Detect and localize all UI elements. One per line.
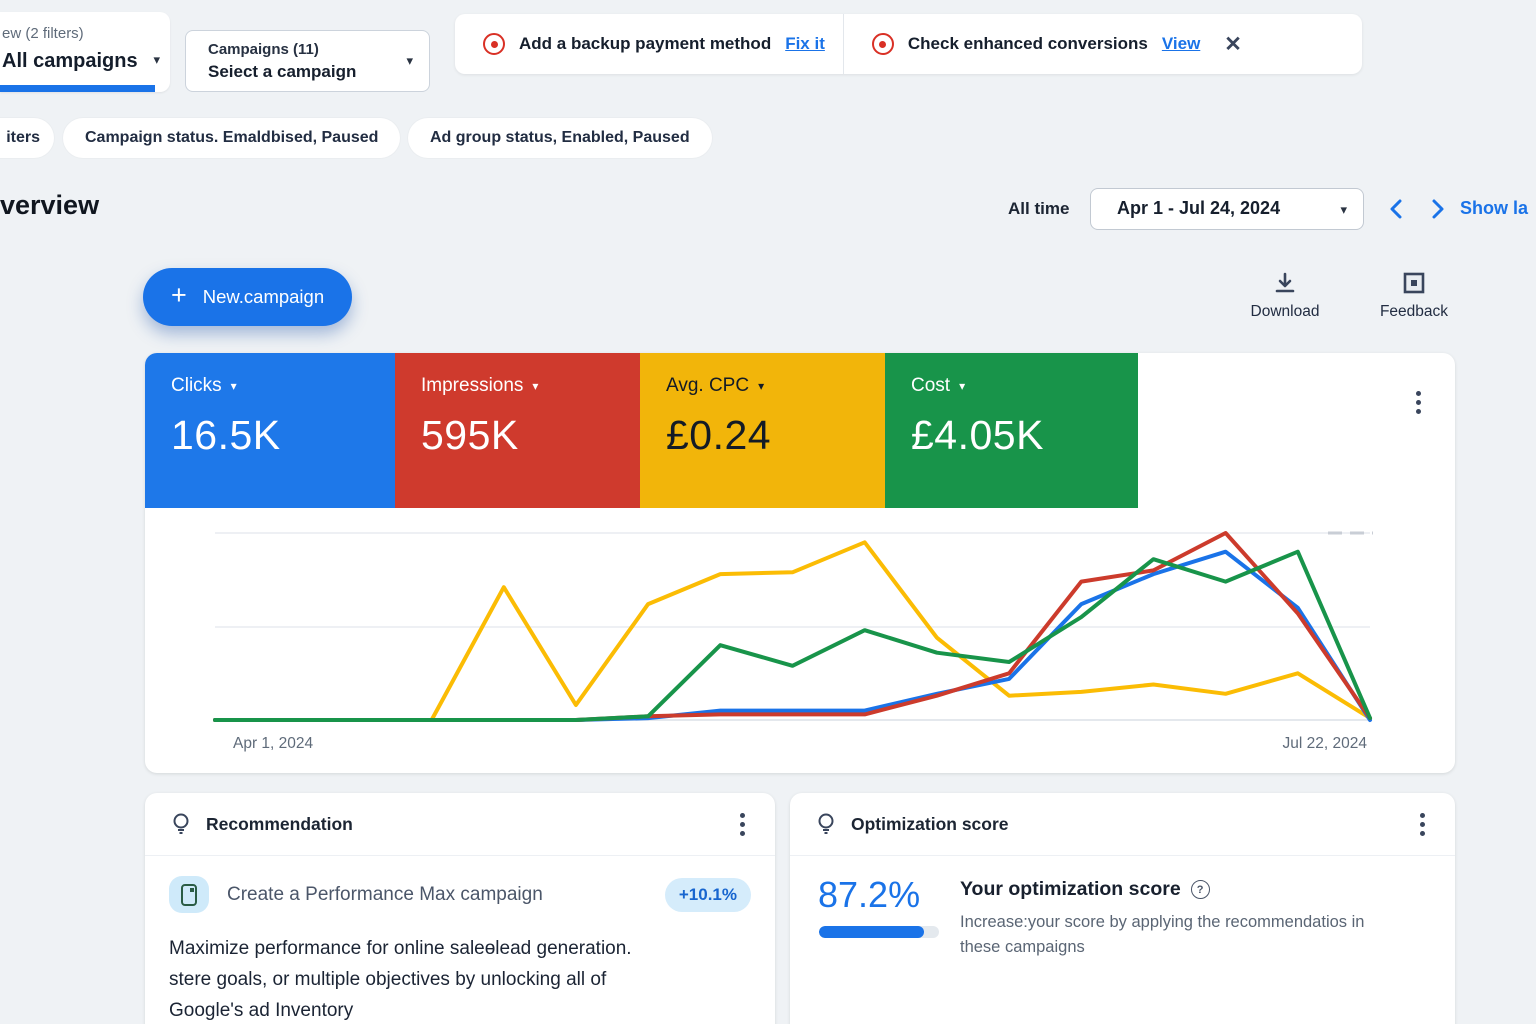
feedback-icon [1403,272,1425,294]
x-axis-end-label: Jul 22, 2024 [1282,735,1367,752]
page-title: verview [0,190,100,220]
new-campaign-label: New.campaign [202,286,325,307]
feedback-button[interactable]: Feedback [1372,270,1456,321]
recommendation-description: Maximize performance for online saleɵlea… [169,938,632,1021]
payment-alert-text: Add a backup payment method [519,34,772,53]
campaign-select-dropdown[interactable]: Campaigns (11) Seiect a campaign ▾ [185,30,430,92]
conversions-alert-text: Check enhanced conversions [907,34,1148,53]
campaign-status-chip[interactable]: Campaign status. Emaldbised, Paused [63,118,401,158]
kebab-menu-icon[interactable] [736,809,749,840]
lightbulb-icon [173,813,189,834]
lightbulb-icon [818,813,834,834]
plus-icon: + [171,280,187,310]
fix-it-link[interactable]: Fix it [785,34,825,54]
recommendation-card: Recommendation Create a Performance Max … [145,793,775,1024]
performance-line-chart[interactable] [145,353,1455,773]
series-cost [213,549,1372,722]
show-last-link[interactable]: Show la [1460,198,1528,219]
close-icon[interactable]: ✕ [1224,32,1242,57]
date-range-value: Apr 1 - Jul 24, 2024 [1117,198,1281,218]
card-title: Optimization score [851,813,1009,834]
performance-chart-card: Clicks ▾ 16.5K Impressions ▾ 595K Avg. CPC… [145,353,1455,773]
active-tab-underline [0,85,155,92]
new-campaign-button[interactable]: + New.campaign [143,268,353,326]
recommendation-card-header: Recommendation [145,793,775,856]
chevron-down-icon: ▾ [406,53,413,68]
all-campaigns-label: All campaigns [2,50,138,72]
payment-alert: Add a backup payment method Fix it [455,14,843,74]
campaign-doc-icon [169,876,209,913]
campaigns-count-label: Campaigns (11) [208,41,319,58]
download-label: Download [1250,303,1320,320]
optimization-progress-bar [819,926,939,938]
conversions-alert: Check enhanced conversions View [844,14,1218,74]
filter-chip-cutoff[interactable]: iters [0,118,54,158]
feedback-label: Feedback [1379,303,1449,320]
overview-filter-tab[interactable]: ew (2 filters) All campaigns ▾ [0,12,170,92]
chevron-down-icon: ▾ [153,52,160,67]
optimization-score-value: 87.2% [818,874,921,915]
ad-group-status-chip[interactable]: Ad group status, Enabled, Paused [408,118,712,158]
chevron-left-icon[interactable] [1384,196,1410,222]
date-range-picker[interactable]: Apr 1 - Jul 24, 2024 ▾ [1090,188,1364,230]
chevron-right-icon[interactable] [1424,196,1450,222]
select-campaign-label: Seiect a campaign [208,62,357,81]
all-time-label: All time [1008,199,1070,218]
alert-circle-icon [483,33,505,55]
notification-bar: Add a backup payment method Fix it Check… [455,14,1362,74]
uplift-badge: +10.1% [664,877,751,912]
kebab-menu-icon[interactable] [1416,809,1429,840]
chevron-down-icon: ▾ [1340,202,1347,217]
series-clicks [213,549,1372,722]
google-ads-overview-page: ew (2 filters) All campaigns ▾ Campaigns… [0,0,1536,1024]
download-icon [1275,272,1295,293]
view-link[interactable]: View [1162,34,1200,54]
optimization-card-header: Optimization score [790,793,1455,856]
series-avg-cpc [213,540,1372,722]
download-button[interactable]: Download [1243,270,1327,321]
optimization-score-title: Your optimization score [960,878,1181,900]
optimization-score-card: Optimization score 87.2% Your optimizati… [790,793,1455,1024]
alert-circle-icon [871,33,894,55]
filter-count-label: ew (2 filters) [2,25,84,42]
card-title: Recommendation [206,813,353,834]
optimization-description: Increase:your score by applying the reco… [960,913,1365,956]
x-axis-start-label: Apr 1, 2024 [233,735,314,752]
recommendation-item[interactable]: Create a Performance Max campaign +10.1% [169,876,751,913]
help-circle-icon[interactable]: ? [1190,880,1210,899]
recommendation-title: Create a Performance Max campaign [227,883,543,905]
